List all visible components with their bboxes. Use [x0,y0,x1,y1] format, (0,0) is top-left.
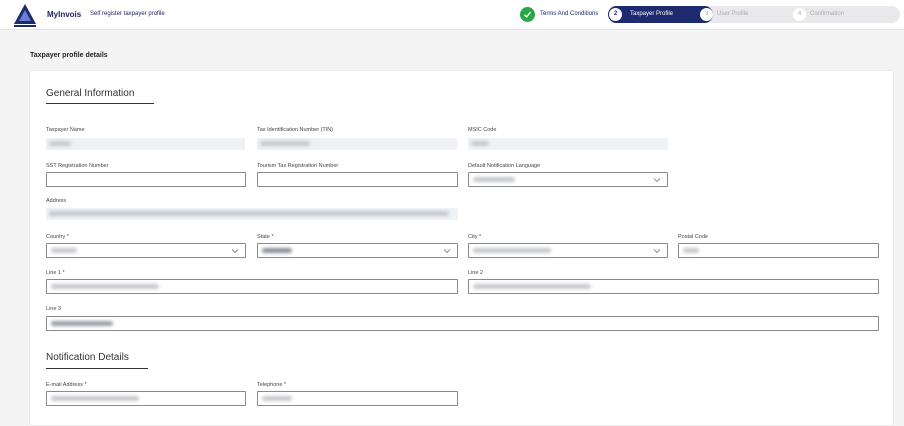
address-line3-input[interactable] [46,316,879,331]
general-information-title: General Information [46,88,135,99]
step-user-profile-label[interactable]: User Profile [717,11,748,17]
check-icon [520,7,535,22]
telephone-input[interactable] [257,391,458,406]
app-subtitle: Self register taxpayer profile [90,11,165,17]
city-select[interactable] [468,243,668,258]
msic-code-value [468,138,668,150]
telephone-label: Telephone * [257,382,287,388]
sst-input[interactable] [46,172,246,187]
taxpayer-name-label: Taxpayer Name [46,127,85,133]
myinvois-logo [12,2,38,28]
app-brand: MyInvois [47,10,82,19]
state-select[interactable] [257,243,458,258]
msic-code-label: MSIC Code [468,127,497,133]
step-terms-label: Terms And Conditions [540,11,599,17]
registration-stepper: Terms And Conditions Taxpayer Profile 2 … [518,6,900,23]
email-label: E-mail Address * [46,382,87,388]
step-taxpayer-profile[interactable]: Taxpayer Profile [608,6,713,23]
page-title: Taxpayer profile details [30,52,108,59]
taxpayer-name-value [46,138,245,150]
country-select[interactable] [46,243,246,258]
email-input[interactable] [46,391,246,406]
app-header: MyInvois Self register taxpayer profile … [0,0,904,30]
tin-label: Tax Identification Number (TIN) [257,127,334,133]
general-information-underline [46,103,154,104]
address-line1-label: Line 1 * [46,270,65,276]
notification-details-title: Notification Details [46,352,129,363]
city-label: City * [468,234,482,240]
chevron-down-icon [443,249,451,254]
notification-language-select[interactable] [468,172,668,187]
postal-code-label: Postal Code [678,234,708,240]
address-line1-input[interactable] [46,279,458,294]
step-terms[interactable]: Terms And Conditions [518,6,616,23]
postal-code-input[interactable] [678,243,879,258]
notification-details-underline [46,368,148,369]
step-number-2: 2 [609,8,622,21]
notification-language-label: Default Notification Language [468,163,541,169]
sst-label: SST Registration Number [46,163,109,169]
address-line2-label: Line 2 [468,270,483,276]
chevron-down-icon [231,249,239,254]
tourism-tax-label: Tourism Tax Registration Number [257,163,339,169]
country-label: Country * [46,234,69,240]
taxpayer-profile-card: General Information Taxpayer Name Tax Id… [29,70,894,426]
step-taxpayer-profile-label: Taxpayer Profile [630,11,674,17]
tin-value [257,138,457,150]
address-label: Address [46,198,67,204]
address-value [46,208,458,220]
tourism-tax-input[interactable] [257,172,458,187]
step-number-3: 3 [700,8,713,21]
step-number-4: 4 [793,8,806,21]
chevron-down-icon [653,178,661,183]
chevron-down-icon [653,249,661,254]
step-confirmation-label[interactable]: Confirmation [810,11,844,17]
state-label: State * [257,234,274,240]
address-line3-label: Line 3 [46,306,61,312]
address-line2-input[interactable] [468,279,879,294]
